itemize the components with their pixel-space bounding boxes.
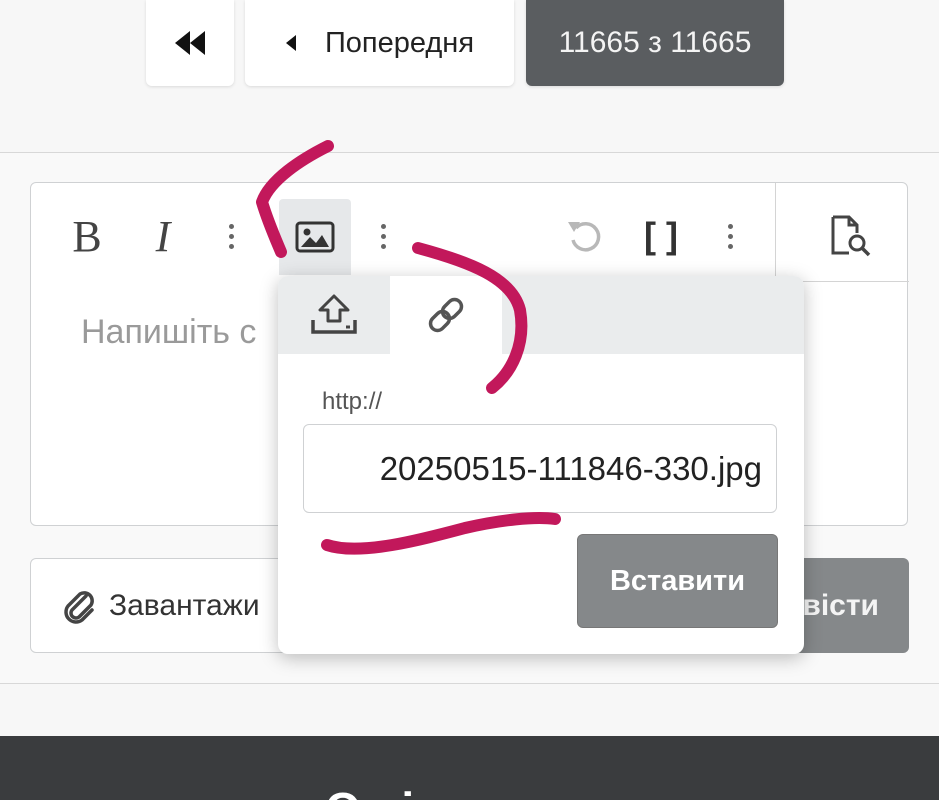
popup-tabs	[278, 276, 804, 354]
undo-icon	[568, 222, 601, 252]
page-counter: 11665 з 11665	[526, 0, 784, 86]
preview-button[interactable]	[801, 198, 901, 274]
comment-placeholder: Напишіть с	[81, 313, 257, 351]
code-brackets-button[interactable]: [ ]	[625, 198, 697, 274]
footer-text: Оп і	[325, 782, 414, 800]
more-vertical-icon	[380, 223, 386, 249]
toolbar-divider	[775, 183, 776, 283]
link-icon	[428, 297, 464, 333]
more-vertical-icon	[228, 223, 234, 249]
pagination-bar: Попередня 11665 з 11665	[0, 0, 939, 153]
double-chevron-left-icon	[175, 31, 205, 55]
bold-button[interactable]: B	[51, 198, 123, 274]
italic-button[interactable]: I	[127, 198, 199, 274]
tab-link[interactable]	[390, 276, 502, 354]
image-url-input[interactable]	[303, 424, 777, 513]
insert-button[interactable]: Вставити	[577, 534, 778, 628]
previous-page-button[interactable]: Попередня	[245, 0, 514, 86]
first-page-button[interactable]	[146, 0, 234, 86]
insert-image-popup: http:// Вставити	[278, 276, 804, 654]
previous-page-label: Попередня	[324, 26, 475, 59]
upload-attachment-label: Завантажи	[109, 588, 260, 622]
upload-icon	[311, 294, 357, 334]
more-vertical-icon	[727, 223, 733, 249]
insert-image-button[interactable]	[279, 199, 351, 275]
caret-left-icon	[285, 35, 296, 51]
preview-document-icon	[831, 215, 871, 257]
undo-button[interactable]	[548, 198, 620, 274]
footer-bar: Оп і	[0, 736, 939, 800]
more-options-button[interactable]	[195, 198, 267, 274]
more-options-button-2[interactable]	[347, 198, 419, 274]
tab-upload[interactable]	[278, 276, 390, 354]
paperclip-icon	[64, 590, 94, 624]
image-icon	[295, 221, 335, 253]
url-field-label: http://	[322, 388, 383, 415]
more-options-button-3[interactable]	[694, 198, 766, 274]
